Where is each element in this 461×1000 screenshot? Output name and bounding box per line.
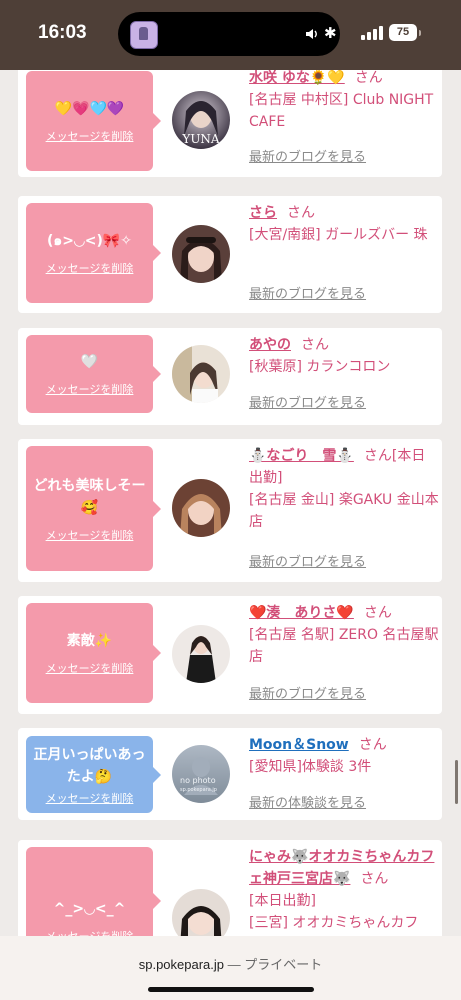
shop-link[interactable]: [秋葉原] カランコロン — [249, 359, 390, 375]
avatar-photo — [172, 345, 230, 403]
message-list[interactable]: 💛💗🩵💜 メッセージを削除 YUNA 水咲 ゆな🌻💛 さん [名古屋 中村区] C… — [0, 70, 461, 936]
list-item: 💛💗🩵💜 メッセージを削除 YUNA 水咲 ゆな🌻💛 さん [名古屋 中村区] C… — [18, 70, 442, 177]
delete-message-link[interactable]: メッセージを削除 — [46, 260, 134, 276]
latest-blog-link[interactable]: 最新のブログを見る — [249, 551, 366, 570]
delete-message-link[interactable]: メッセージを削除 — [46, 660, 134, 676]
message-bubble: (๑>◡<)🎀✧ メッセージを削除 — [26, 203, 161, 303]
latest-blog-link[interactable]: 最新のブログを見る — [249, 392, 366, 411]
latest-blog-link[interactable]: 最新のブログを見る — [249, 683, 366, 702]
url-display[interactable]: sp.pokepara.jp — プライベート — [0, 954, 461, 973]
avatar[interactable] — [172, 225, 230, 283]
profile-name-link[interactable]: Moon＆Snow — [249, 737, 349, 753]
profile-name-link[interactable]: にゃみ🐺オオカミちゃんカフェ神戸三宮店🐺 — [249, 849, 434, 887]
shop-link[interactable]: [名古屋 名駅] ZERO 名古屋駅店 — [249, 627, 438, 665]
honorific: さん — [360, 871, 389, 887]
profile-info: ❤️湊 ありさ❤️ さん [名古屋 名駅] ZERO 名古屋駅店 — [249, 602, 439, 668]
list-item: 正月いっぱいあったよ🤔 メッセージを削除 no photo sp.pokepar… — [18, 728, 442, 820]
latest-blog-link[interactable]: 最新のブログを見る — [249, 146, 366, 165]
profile-name-link[interactable]: 水咲 ゆな🌻💛 — [249, 70, 345, 86]
dynamic-island[interactable]: ✱ — [118, 12, 340, 56]
bluetooth-icon: ✱ — [324, 24, 337, 42]
profile-info: あやの さん [秋葉原] カランコロン — [249, 334, 439, 378]
message-bubble: どれも美味しそー🥰 メッセージを削除 — [26, 446, 161, 571]
message-text: 正月いっぱいあったよ🤔 — [33, 746, 146, 785]
avatar[interactable] — [172, 479, 230, 537]
speaker-icon — [306, 29, 317, 39]
home-indicator[interactable] — [148, 987, 314, 992]
message-text: (๑>◡<)🎀✧ — [46, 233, 133, 249]
profile-name-link[interactable]: ❤️湊 ありさ❤️ — [249, 605, 354, 621]
profile-info: さら さん [大宮/南銀] ガールズバー 珠 — [249, 202, 439, 246]
avatar[interactable]: YUNA — [172, 91, 230, 149]
list-item: どれも美味しそー🥰 メッセージを削除 ⛄なごり 雪⛄ さん[本日出勤] [名古屋 … — [18, 439, 442, 582]
message-bubble: 正月いっぱいあったよ🤔 メッセージを削除 — [26, 736, 161, 813]
delete-message-link[interactable]: メッセージを削除 — [46, 527, 134, 543]
message-bubble: ^_>◡<_^ メッセージを削除 — [26, 847, 161, 936]
message-text: 素敵✨ — [66, 633, 113, 649]
work-status: [本日出勤] — [249, 893, 316, 909]
profile-info: Moon＆Snow さん [愛知県]体験談 3件 — [249, 734, 439, 778]
avatar-photo: no photo sp.pokepara.jp — [172, 745, 230, 803]
delete-message-link[interactable]: メッセージを削除 — [46, 381, 134, 397]
message-text: 💛💗🩵💜 — [54, 101, 125, 117]
message-bubble: 💛💗🩵💜 メッセージを削除 — [26, 71, 161, 171]
clock: 16:03 — [38, 22, 87, 43]
signal-icon — [361, 26, 383, 40]
honorific: さん — [287, 205, 315, 221]
shop-link[interactable]: [三宮] オオカミちゃんカフ — [249, 915, 418, 931]
avatar-photo — [172, 479, 230, 537]
shop-link[interactable]: [愛知県]体験談 3件 — [249, 759, 371, 775]
message-text: どれも美味しそー🥰 — [33, 477, 146, 516]
no-photo-label: no photo — [180, 776, 216, 785]
honorific: さん — [358, 737, 387, 753]
honorific: さん — [354, 70, 383, 86]
list-item: (๑>◡<)🎀✧ メッセージを削除 さら さん [大宮/南銀] ガールズバー 珠 … — [18, 196, 442, 313]
battery-icon: 75 — [389, 24, 421, 41]
profile-info: ⛄なごり 雪⛄ さん[本日出勤] [名古屋 金山] 楽GAKU 金山本店 — [249, 445, 439, 533]
avatar-photo — [172, 225, 230, 283]
list-item: 素敵✨ メッセージを削除 ❤️湊 ありさ❤️ さん [名古屋 名駅] ZERO 名… — [18, 596, 442, 714]
message-text: ^_>◡<_^ — [53, 901, 126, 917]
avatar-caption: YUNA — [181, 132, 220, 146]
scroll-indicator[interactable] — [455, 760, 458, 804]
latest-blog-link[interactable]: 最新のブログを見る — [249, 283, 366, 302]
delete-message-link[interactable]: メッセージを削除 — [46, 928, 134, 936]
shop-link[interactable]: [大宮/南銀] ガールズバー 珠 — [249, 227, 428, 243]
message-text: 🤍 — [80, 354, 99, 370]
delete-message-link[interactable]: メッセージを削除 — [46, 128, 134, 144]
avatar[interactable] — [172, 345, 230, 403]
profile-info: にゃみ🐺オオカミちゃんカフェ神戸三宮店🐺 さん [本日出勤] [三宮] オオカミち… — [249, 846, 439, 934]
domain-text: sp.pokepara.jp — [138, 957, 225, 972]
browser-address-bar[interactable]: sp.pokepara.jp — プライベート — [0, 936, 461, 1000]
app-activity-icon — [130, 21, 158, 49]
avatar-photo — [172, 625, 230, 683]
delete-message-link[interactable]: メッセージを削除 — [46, 790, 134, 806]
shop-link[interactable]: [名古屋 中村区] Club NIGHT CAFE — [249, 92, 433, 130]
profile-name-link[interactable]: さら — [249, 205, 277, 221]
message-bubble: 素敵✨ メッセージを削除 — [26, 603, 161, 703]
profile-name-link[interactable]: ⛄なごり 雪⛄ — [249, 448, 354, 464]
avatar[interactable] — [172, 889, 230, 936]
profile-info: 水咲 ゆな🌻💛 さん [名古屋 中村区] Club NIGHT CAFE — [249, 70, 439, 133]
list-item: ^_>◡<_^ メッセージを削除 にゃみ🐺オオカミちゃんカフェ神戸三宮店🐺さん … — [18, 840, 442, 936]
profile-name-link[interactable]: あやの — [249, 337, 291, 353]
no-photo-domain: sp.pokepara.jp — [180, 787, 217, 793]
list-item: 🤍 メッセージを削除 あやの さん [秋葉原] カランコロン 最新のブログを見る — [18, 328, 442, 425]
message-bubble: 🤍 メッセージを削除 — [26, 335, 161, 413]
avatar-photo: YUNA — [172, 91, 230, 149]
avatar-photo — [172, 889, 230, 936]
honorific: さん — [301, 337, 329, 353]
status-bar: 16:03 ✱ 75 — [0, 0, 461, 70]
latest-review-link[interactable]: 最新の体験談を見る — [249, 792, 366, 811]
avatar[interactable] — [172, 625, 230, 683]
honorific: さん — [363, 605, 392, 621]
shop-link[interactable]: [名古屋 金山] 楽GAKU 金山本店 — [249, 492, 439, 530]
avatar[interactable]: no photo sp.pokepara.jp — [172, 745, 230, 803]
private-mode-label: — プライベート — [227, 957, 323, 972]
